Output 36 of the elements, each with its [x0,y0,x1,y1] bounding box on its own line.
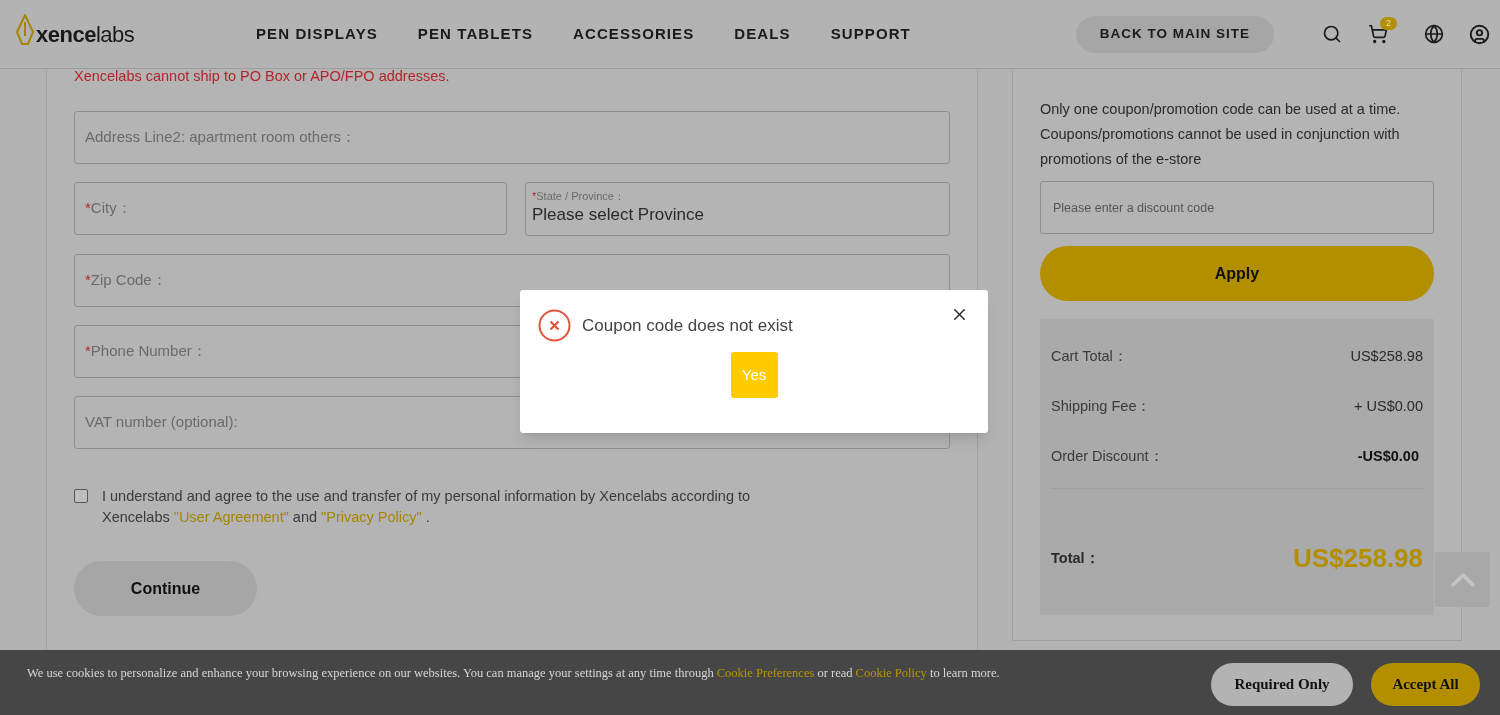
nav-link[interactable]: PEN TABLETS [417,22,534,46]
summary-label: Cart Total： [1051,347,1128,366]
summary-value: + US$0.00 [1354,397,1423,416]
shipping-notice: Xencelabs cannot ship to PO Box or APO/FPO addresses. [74,69,451,83]
total-label: Total： [1051,548,1100,568]
continue-button[interactable]: Continue [74,561,257,616]
cart-icon[interactable] [1368,24,1388,44]
cookie-policy-link[interactable]: Cookie Policy [855,666,927,680]
pen-nib-icon [16,14,34,48]
nav-link[interactable]: PEN DISPLAYS [256,22,378,46]
province-select[interactable]: *State / Province： Please select Province [525,182,950,236]
search-icon[interactable] [1322,24,1342,44]
accept-all-button[interactable]: Accept All [1371,663,1480,706]
back-to-main-site-button[interactable]: BACK TO MAIN SITE [1075,15,1274,53]
nav-link[interactable]: ACCESSORIES [573,22,695,46]
globe-icon[interactable] [1424,24,1444,44]
summary-label: Shipping Fee： [1051,397,1152,416]
summary-value: US$258.98 [1350,347,1423,366]
nav-link[interactable]: SUPPORT [830,22,911,46]
error-icon [538,309,571,342]
brand-logo[interactable]: xencelabs [36,17,135,51]
coupon-note: Only one coupon/promotion code can be used at a time. Coupons/promotions cannot be used in conjunction with promotions of the e-store [1040,100,1402,169]
cookie-preferences-link[interactable]: Cookie Preferences [716,666,815,680]
cart-count-badge: 2 [1380,17,1397,30]
apply-button[interactable]: Apply [1040,246,1434,301]
discount-code-input[interactable]: Please enter a discount code [1040,181,1434,234]
user-icon[interactable] [1469,23,1490,45]
required-only-button[interactable]: Required Only [1211,663,1353,706]
nav-link[interactable]: DEALS [734,22,791,46]
cookie-notice: We use cookies to personalize and enhance your browsing experience on our websites. You can manage your settings at any time through Cookie Preferences or read Cookie Policy to learn more. [27,665,1001,682]
text-field[interactable]: *City： [74,182,507,235]
consent-checkbox[interactable] [74,489,88,503]
total-value: US$258.98 [1292,542,1423,575]
summary-label: Order Discount： [1051,447,1164,466]
consent-text: I understand and agree to the use and transfer of my personal information by Xencelabs according to Xencelabs "User Agreement" and "Privacy Policy" . [102,487,752,527]
summary-value: -US$0.00 [1357,447,1419,466]
